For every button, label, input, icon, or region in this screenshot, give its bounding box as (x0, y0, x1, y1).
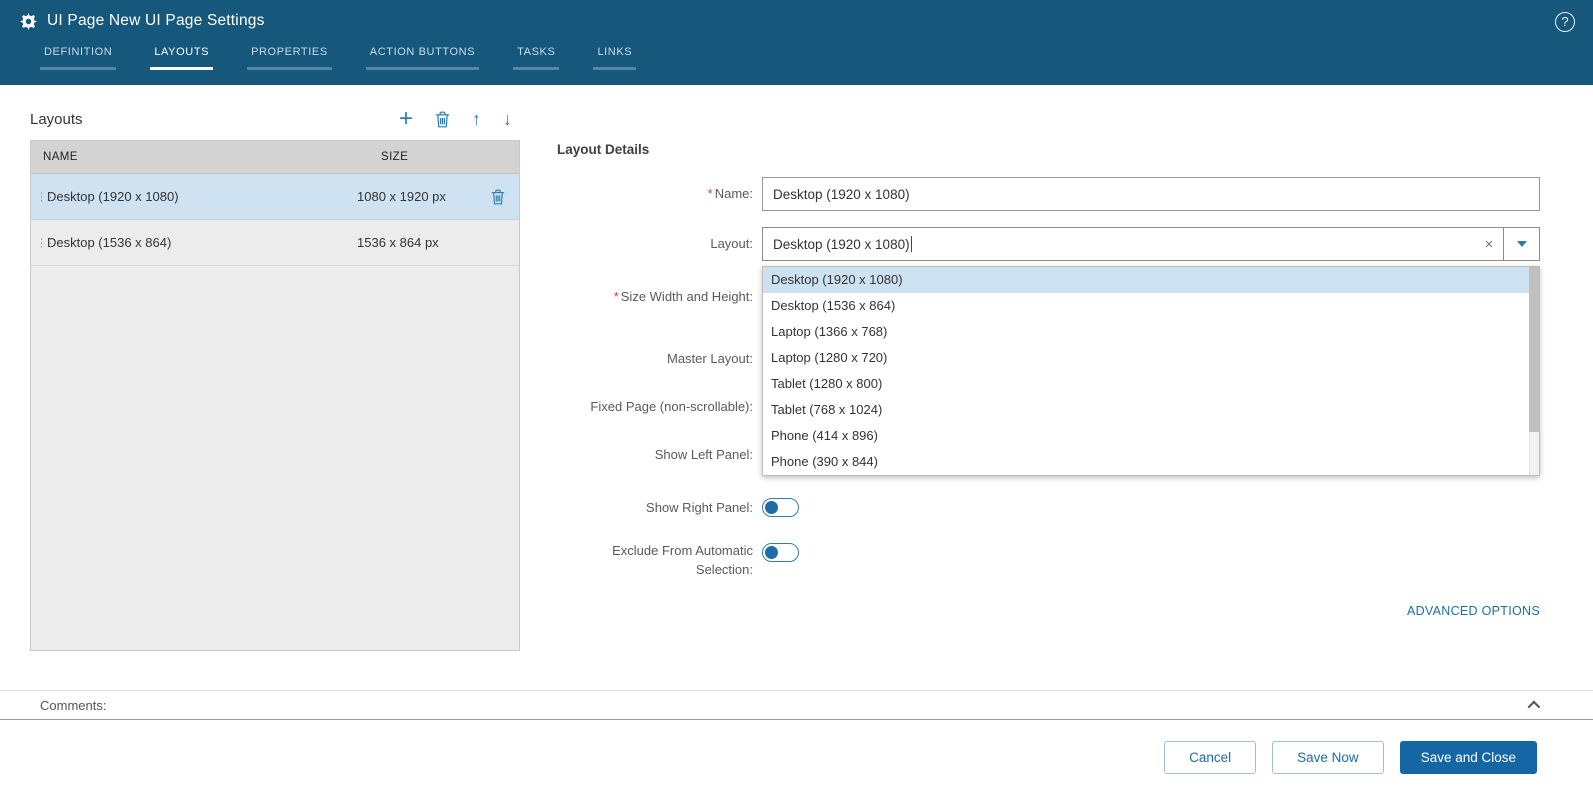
move-layout-up-button[interactable]: ↑ (472, 109, 481, 130)
show-left-panel-label: Show Left Panel: (557, 438, 753, 472)
show-right-panel-row: Show Right Panel: (557, 491, 1540, 525)
required-marker: * (614, 289, 619, 304)
layout-label: Layout: (557, 227, 753, 261)
tab-bar: DEFINITION LAYOUTS PROPERTIES ACTION BUT… (0, 30, 1593, 70)
name-field-control (762, 177, 1540, 211)
delete-layout-button[interactable] (435, 111, 450, 128)
exclude-auto-control (762, 540, 1540, 567)
column-header-size: SIZE (357, 151, 408, 163)
advanced-options-link[interactable]: ADVANCED OPTIONS (1407, 604, 1540, 618)
add-layout-button[interactable]: + (399, 109, 413, 129)
layouts-title: Layouts (30, 111, 83, 128)
comments-bar: Comments: (0, 690, 1593, 720)
column-header-name: NAME (31, 151, 357, 163)
table-row[interactable]: ⋮⋮ Desktop (1536 x 864) 1536 x 864 px (31, 220, 519, 266)
gear-icon (20, 13, 37, 30)
layout-combobox[interactable]: Desktop (1920 x 1080) × (762, 227, 1540, 261)
master-layout-label: Master Layout: (557, 342, 753, 376)
layout-details-title: Layout Details (557, 142, 1540, 157)
ui-page-settings-window: UI Page New UI Page Settings ? DEFINITIO… (0, 0, 1593, 793)
clear-icon[interactable]: × (1475, 236, 1503, 253)
dropdown-option[interactable]: Laptop (1280 x 720) (763, 345, 1539, 371)
dropdown-option[interactable]: Tablet (768 x 1024) (763, 397, 1539, 423)
name-label: *Name: (557, 177, 753, 211)
tab-properties[interactable]: PROPERTIES (247, 46, 332, 70)
layouts-toolbar: + ↑ ↓ (399, 109, 520, 130)
dropdown-scrollbar-thumb[interactable] (1529, 267, 1539, 432)
row-size: 1080 x 1920 px (357, 189, 446, 204)
dropdown-option[interactable]: Laptop (1366 x 768) (763, 319, 1539, 345)
row-size: 1536 x 864 px (357, 235, 439, 250)
title-row: UI Page New UI Page Settings (0, 0, 1593, 30)
fixed-page-label: Fixed Page (non-scrollable): (557, 390, 753, 424)
save-and-close-button[interactable]: Save and Close (1400, 741, 1537, 774)
layouts-table: NAME SIZE ⋮⋮ Desktop (1920 x 1080) 1080 … (30, 140, 520, 651)
content-area: Layouts + ↑ ↓ NAME SIZE (0, 85, 1593, 690)
show-right-panel-control (762, 491, 1540, 525)
text-cursor (911, 236, 912, 252)
cancel-button[interactable]: Cancel (1164, 741, 1256, 774)
layouts-panel: Layouts + ↑ ↓ NAME SIZE (30, 103, 520, 651)
tab-action-buttons[interactable]: ACTION BUTTONS (366, 46, 479, 70)
row-delete-button[interactable] (491, 189, 505, 205)
exclude-auto-label: Exclude From Automatic Selection: (557, 540, 753, 579)
layout-field-row: Layout: Desktop (1920 x 1080) × (557, 227, 1540, 261)
tab-layouts[interactable]: LAYOUTS (150, 46, 213, 70)
layout-details-panel: Layout Details *Name: Layout: Desktop (1… (557, 142, 1540, 620)
layouts-panel-header: Layouts + ↑ ↓ (30, 103, 520, 135)
page-title: UI Page New UI Page Settings (47, 12, 265, 30)
layout-combobox-value: Desktop (1920 x 1080) (773, 237, 910, 252)
move-layout-down-button[interactable]: ↓ (503, 109, 512, 130)
drag-handle-icon[interactable]: ⋮⋮ (36, 236, 54, 249)
size-label: *Size Width and Height: (557, 280, 753, 314)
name-field-row: *Name: (557, 177, 1540, 211)
drag-handle-icon[interactable]: ⋮⋮ (36, 190, 54, 203)
dropdown-toggle-button[interactable] (1503, 228, 1539, 260)
dropdown-option[interactable]: Desktop (1536 x 864) (763, 293, 1539, 319)
layout-field-control: Desktop (1920 x 1080) × (762, 227, 1540, 261)
dropdown-option[interactable]: Tablet (1280 x 800) (763, 371, 1539, 397)
required-marker: * (708, 186, 713, 201)
footer-bar: Cancel Save Now Save and Close (0, 721, 1593, 793)
table-row[interactable]: ⋮⋮ Desktop (1920 x 1080) 1080 x 1920 px (31, 174, 519, 220)
dropdown-option[interactable]: Phone (414 x 896) (763, 423, 1539, 449)
advanced-options-row: ADVANCED OPTIONS (557, 602, 1540, 620)
name-input[interactable] (762, 177, 1540, 211)
dropdown-scrollbar[interactable] (1529, 267, 1539, 475)
comments-label: Comments: (40, 698, 1528, 713)
row-name: Desktop (1536 x 864) (31, 235, 357, 250)
exclude-auto-row: Exclude From Automatic Selection: (557, 540, 1540, 580)
header-bar: UI Page New UI Page Settings ? DEFINITIO… (0, 0, 1593, 85)
dropdown-option[interactable]: Desktop (1920 x 1080) (763, 267, 1539, 293)
help-icon[interactable]: ? (1555, 12, 1575, 32)
tab-definition[interactable]: DEFINITION (40, 46, 116, 70)
layouts-table-header: NAME SIZE (31, 141, 519, 174)
exclude-auto-toggle[interactable] (762, 543, 799, 562)
show-right-panel-toggle[interactable] (762, 498, 799, 517)
dropdown-option[interactable]: Phone (390 x 844) (763, 449, 1539, 475)
layout-combobox-text[interactable]: Desktop (1920 x 1080) (763, 236, 1475, 252)
chevron-down-icon (1517, 241, 1527, 247)
chevron-up-icon[interactable] (1528, 700, 1541, 713)
layout-dropdown-list: Desktop (1920 x 1080) Desktop (1536 x 86… (762, 266, 1540, 476)
show-right-panel-label: Show Right Panel: (557, 491, 753, 525)
save-now-button[interactable]: Save Now (1272, 741, 1384, 774)
tab-links[interactable]: LINKS (593, 46, 636, 70)
tab-tasks[interactable]: TASKS (513, 46, 559, 70)
row-name: Desktop (1920 x 1080) (31, 189, 357, 204)
